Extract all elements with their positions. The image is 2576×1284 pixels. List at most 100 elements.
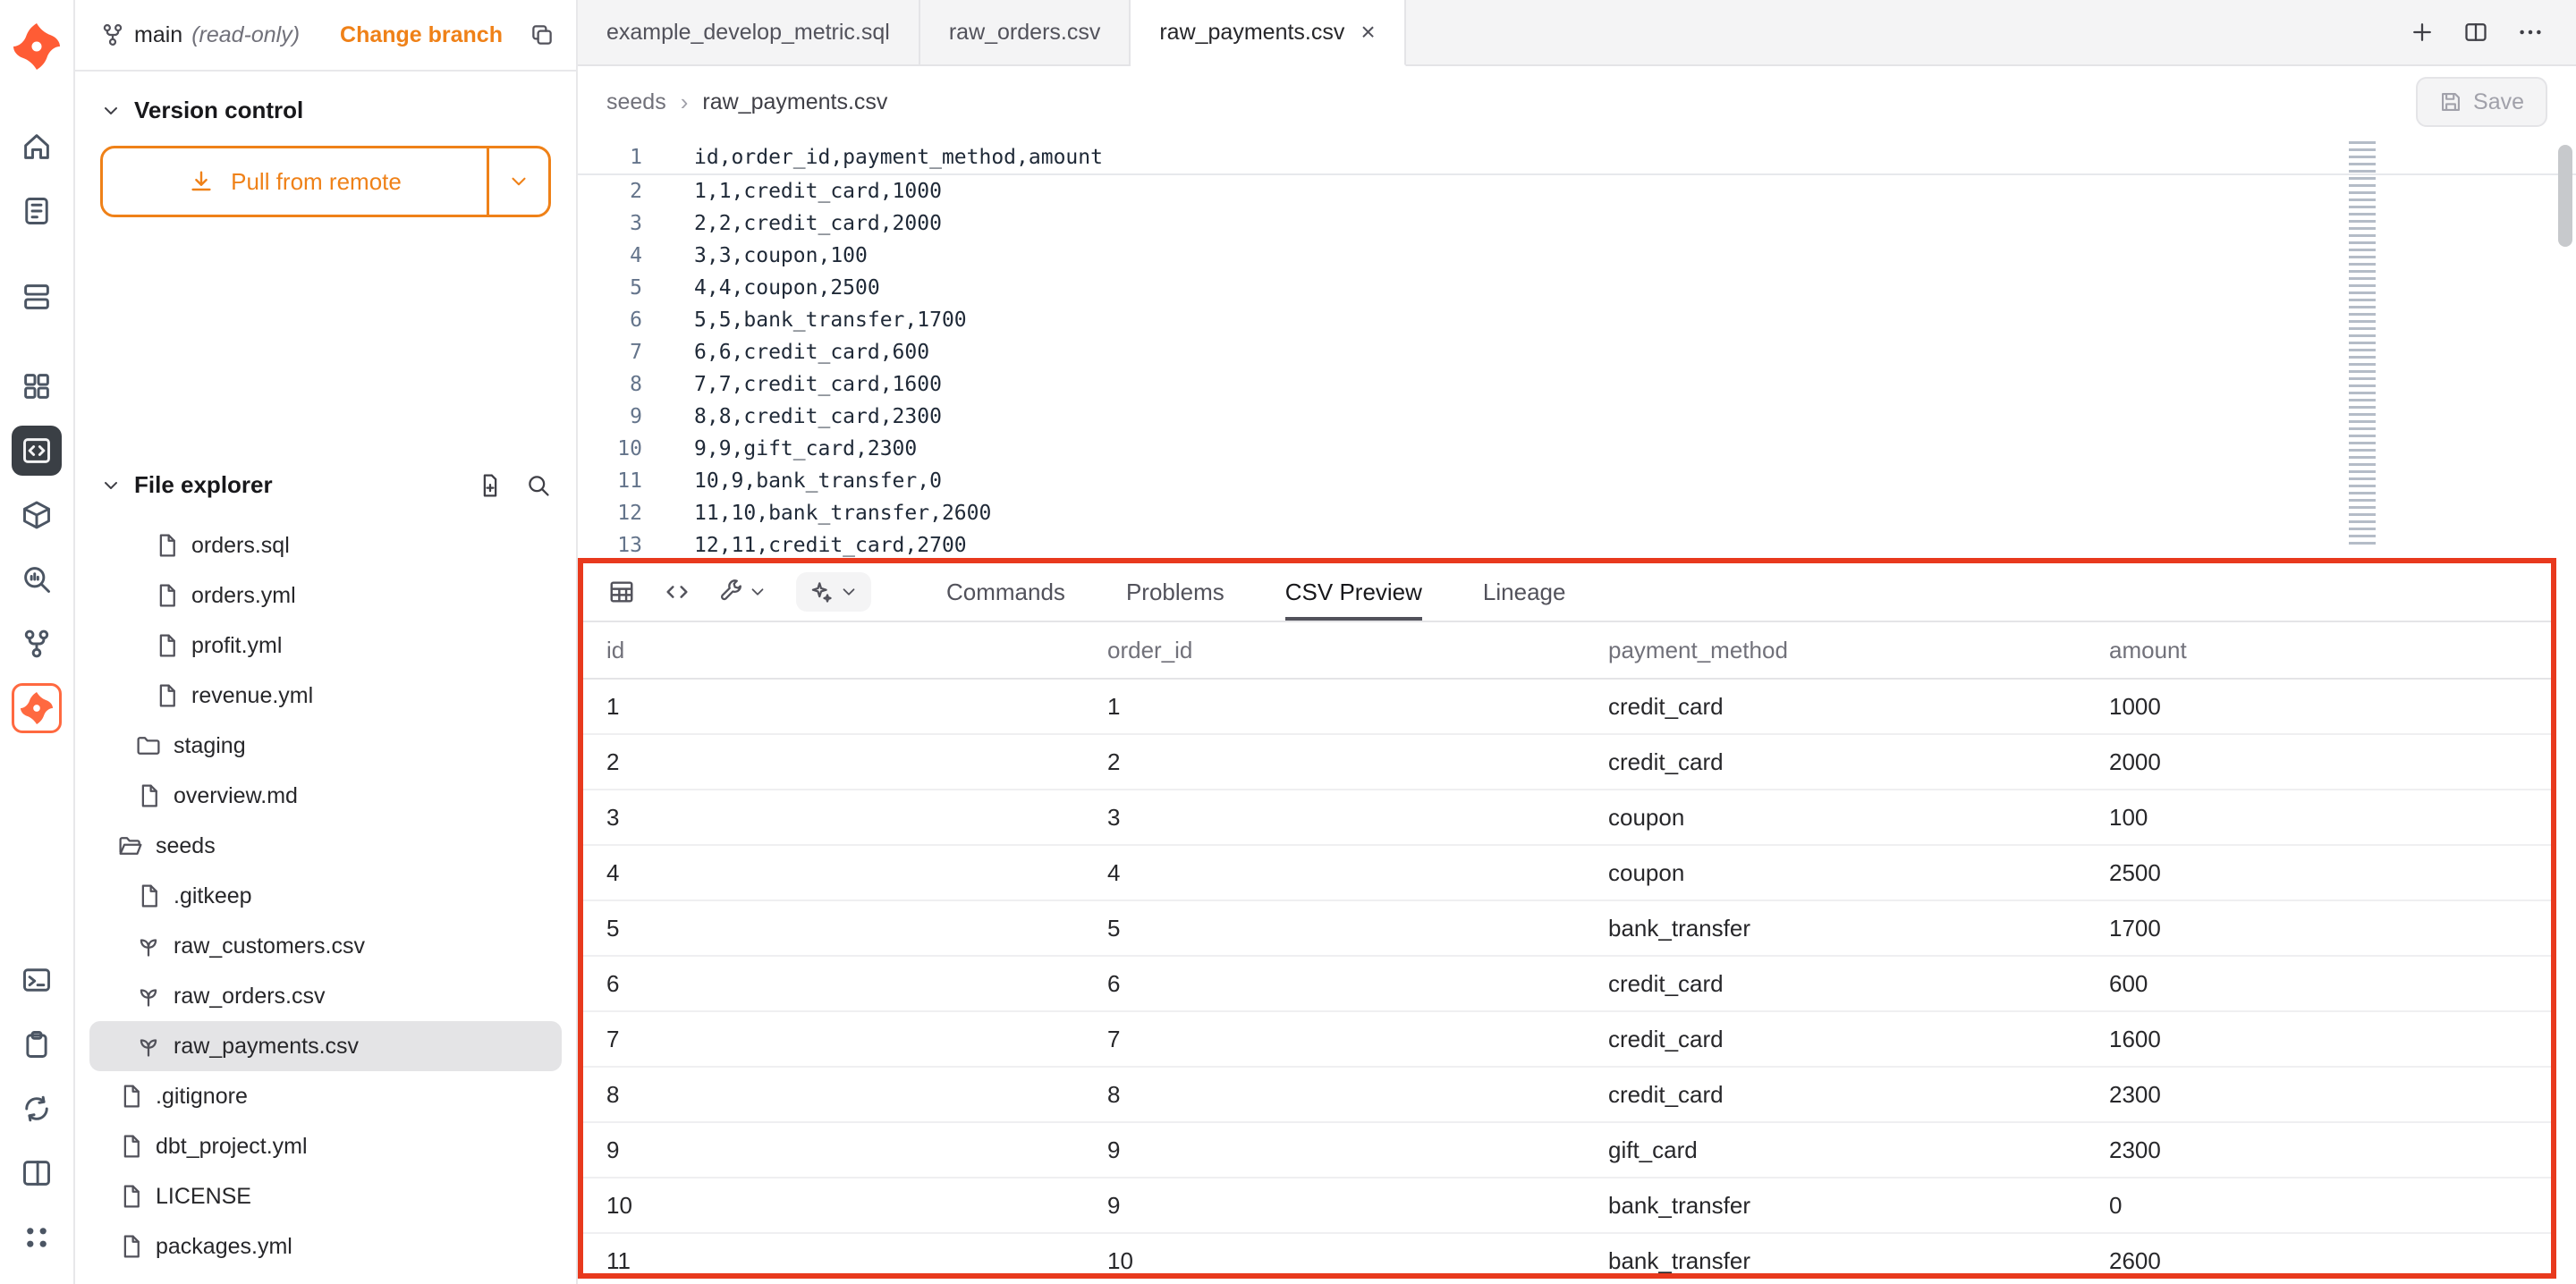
- file-row[interactable]: revenue.yml: [89, 671, 562, 721]
- code-line[interactable]: 54,4,coupon,2500: [578, 272, 2576, 304]
- code-view-icon[interactable]: [664, 579, 691, 605]
- new-tab-icon[interactable]: [2410, 20, 2435, 45]
- rail-item-layout[interactable]: [12, 1148, 62, 1198]
- code-line[interactable]: 1110,9,bank_transfer,0: [578, 465, 2576, 497]
- pull-main-action[interactable]: Pull from remote: [103, 148, 487, 215]
- file-label: raw_payments.csv: [174, 1034, 359, 1060]
- file-row[interactable]: raw_customers.csv: [89, 921, 562, 971]
- file-row[interactable]: orders.sql: [89, 520, 562, 570]
- file-icon: [118, 1084, 143, 1109]
- rail-item-database[interactable]: [12, 272, 62, 322]
- file-row[interactable]: .gitkeep: [89, 871, 562, 921]
- file-row[interactable]: dbt_project.yml: [89, 1121, 562, 1171]
- code-line[interactable]: 1id,order_id,payment_method,amount: [578, 141, 2576, 175]
- code-line[interactable]: 43,3,coupon,100: [578, 240, 2576, 272]
- grid-icon: [21, 370, 53, 402]
- search-icon[interactable]: [526, 473, 551, 498]
- rail-item-branch[interactable]: [12, 619, 62, 669]
- file-explorer-actions: [478, 473, 551, 498]
- git-branch-icon: [100, 22, 125, 47]
- close-icon[interactable]: ×: [1360, 20, 1375, 45]
- csv-cell: bank_transfer: [1585, 1233, 2086, 1279]
- panel-tab-lineage[interactable]: Lineage: [1483, 563, 1566, 621]
- ai-assist-button[interactable]: [796, 572, 871, 612]
- editor-tab[interactable]: raw_payments.csv×: [1131, 0, 1405, 66]
- line-text: 6,6,credit_card,600: [642, 336, 929, 368]
- csv-cell: 8: [583, 1067, 1084, 1122]
- breadcrumb-folder[interactable]: seeds: [606, 89, 666, 115]
- file-row[interactable]: packages.yml: [89, 1221, 562, 1271]
- file-row[interactable]: raw_payments.csv: [89, 1021, 562, 1071]
- sidebar: main (read-only) Change branch Version c…: [75, 0, 578, 1284]
- dbt-logo-icon[interactable]: [13, 23, 60, 77]
- save-button[interactable]: Save: [2416, 77, 2547, 127]
- code-line[interactable]: 87,7,credit_card,1600: [578, 368, 2576, 401]
- code-line[interactable]: 109,9,gift_card,2300: [578, 433, 2576, 465]
- version-control-header[interactable]: Version control: [75, 72, 576, 135]
- dbt-mark-icon: [21, 692, 53, 724]
- csv-cell: credit_card: [1585, 956, 2086, 1011]
- code-line[interactable]: 65,5,bank_transfer,1700: [578, 304, 2576, 336]
- minimap[interactable]: [2349, 141, 2376, 549]
- rail-item-develop[interactable]: [12, 426, 62, 476]
- panel-tab-problems[interactable]: Problems: [1126, 563, 1224, 621]
- new-file-icon[interactable]: [478, 473, 503, 498]
- file-row[interactable]: raw_orders.csv: [89, 971, 562, 1021]
- code-line[interactable]: 1312,11,credit_card,2700: [578, 529, 2576, 562]
- line-text: 10,9,bank_transfer,0: [642, 465, 942, 497]
- file-icon: [136, 883, 161, 908]
- editor-scrollbar[interactable]: [2558, 145, 2572, 247]
- line-text: 2,2,credit_card,2000: [642, 207, 942, 240]
- rail-item-cube[interactable]: [12, 490, 62, 540]
- file-row[interactable]: orders.yml: [89, 570, 562, 621]
- file-row[interactable]: .gitignore: [89, 1071, 562, 1121]
- csv-cell: 1000: [2086, 679, 2551, 734]
- rail-item-explore[interactable]: [12, 554, 62, 604]
- code-editor[interactable]: 1id,order_id,payment_method,amount21,1,c…: [578, 138, 2576, 560]
- rail-item-dbt-badge[interactable]: [12, 683, 62, 733]
- file-row[interactable]: overview.md: [89, 771, 562, 821]
- file-row[interactable]: staging: [89, 721, 562, 771]
- code-line[interactable]: 98,8,credit_card,2300: [578, 401, 2576, 433]
- code-line[interactable]: 21,1,credit_card,1000: [578, 175, 2576, 207]
- csv-cell: 1: [1084, 679, 1585, 734]
- csv-cell: bank_transfer: [1585, 1178, 2086, 1233]
- build-tools-button[interactable]: [719, 579, 767, 604]
- branch-icon: [21, 628, 53, 660]
- file-row[interactable]: profit.yml: [89, 621, 562, 671]
- file-row[interactable]: seeds: [89, 821, 562, 871]
- kebab-menu-icon[interactable]: [2517, 19, 2544, 46]
- editor-tab[interactable]: example_develop_metric.sql: [578, 0, 920, 64]
- csv-column-header: amount: [2086, 622, 2551, 679]
- file-list: orders.sql orders.yml profit.ymlrevenue.ym…: [75, 520, 576, 1271]
- csv-row: 109bank_transfer0: [583, 1178, 2551, 1233]
- editor-tab[interactable]: raw_orders.csv: [920, 0, 1131, 64]
- file-explorer-header[interactable]: File explorer: [75, 446, 576, 510]
- main-area: example_develop_metric.sqlraw_orders.csv…: [578, 0, 2576, 1284]
- file-row[interactable]: LICENSE: [89, 1171, 562, 1221]
- pull-dropdown-button[interactable]: [487, 148, 548, 215]
- table-view-icon[interactable]: [608, 579, 635, 605]
- line-text: 12,11,credit_card,2700: [642, 529, 967, 562]
- line-number: 11: [578, 465, 642, 497]
- line-text: 4,4,coupon,2500: [642, 272, 880, 304]
- panel-tab-csv-preview[interactable]: CSV Preview: [1285, 563, 1422, 621]
- rail-item-terminal[interactable]: [12, 955, 62, 1005]
- change-branch-link[interactable]: Change branch: [340, 22, 503, 48]
- develop-icon: [21, 435, 53, 467]
- line-number: 9: [578, 401, 642, 433]
- code-line[interactable]: 76,6,credit_card,600: [578, 336, 2576, 368]
- panel-tab-commands[interactable]: Commands: [946, 563, 1065, 621]
- rail-item-sync[interactable]: [12, 1084, 62, 1134]
- rail-item-grid[interactable]: [12, 361, 62, 411]
- file-label: LICENSE: [156, 1184, 251, 1210]
- file-label: orders.yml: [191, 583, 296, 609]
- rail-item-clipboard[interactable]: [12, 1019, 62, 1069]
- copy-icon[interactable]: [530, 22, 555, 47]
- split-editor-icon[interactable]: [2463, 20, 2488, 45]
- code-line[interactable]: 32,2,credit_card,2000: [578, 207, 2576, 240]
- rail-item-home[interactable]: [12, 122, 62, 172]
- code-line[interactable]: 1211,10,bank_transfer,2600: [578, 497, 2576, 529]
- rail-item-apps[interactable]: [12, 1212, 62, 1263]
- rail-item-notebook[interactable]: [12, 186, 62, 236]
